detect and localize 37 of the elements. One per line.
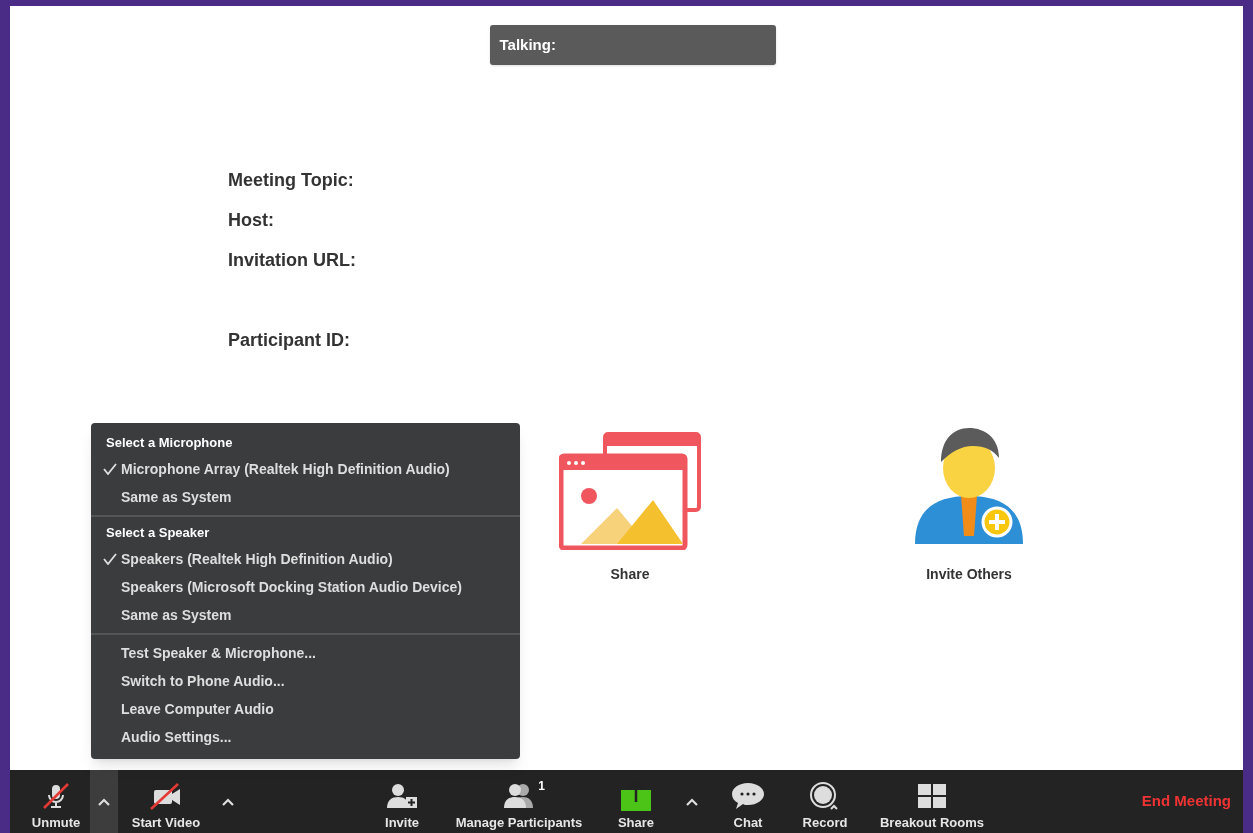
info-label: Participant ID: xyxy=(228,329,352,352)
menu-item[interactable]: Test Speaker & Microphone... xyxy=(91,639,520,667)
person-plus-icon xyxy=(384,781,420,810)
participant-count: 1 xyxy=(538,777,545,795)
menu-item[interactable]: Speakers (Microsoft Docking Station Audio Device) xyxy=(91,573,520,601)
end-meeting-button[interactable]: End Meeting xyxy=(1133,790,1239,813)
chat-bubble-icon xyxy=(730,780,766,811)
menu-heading: Select a Microphone xyxy=(105,434,234,453)
menu-item[interactable]: Same as System xyxy=(91,483,520,511)
menu-item[interactable]: Same as System xyxy=(91,601,520,629)
caret-icon xyxy=(221,797,235,806)
invite-tile[interactable]: Invite Others xyxy=(911,424,1027,585)
caret-icon xyxy=(97,797,111,806)
share-tile[interactable]: Share xyxy=(559,432,701,585)
menu-item[interactable]: Leave Computer Audio xyxy=(91,695,520,723)
video-button[interactable]: Start Video xyxy=(118,770,214,833)
invite-button[interactable]: Invite xyxy=(372,770,432,833)
caret-icon xyxy=(685,797,699,806)
menu-item[interactable]: Switch to Phone Audio... xyxy=(91,667,520,695)
info-label: Meeting Topic: xyxy=(228,169,355,192)
share-button[interactable]: Share xyxy=(606,770,666,833)
breakout-button[interactable]: Breakout Rooms xyxy=(872,770,992,833)
windows-picture-icon xyxy=(559,432,701,550)
muted-microphone-icon xyxy=(41,781,71,810)
info-label: Host: xyxy=(228,209,275,232)
participants-button[interactable]: 1 Manage Participants xyxy=(444,770,594,833)
four-squares-icon xyxy=(916,781,948,810)
chat-button[interactable]: Chat xyxy=(718,770,778,833)
menu-item[interactable]: Microphone Array (Realtek High Definition Audio) xyxy=(91,455,520,483)
caret-button[interactable] xyxy=(90,770,118,833)
talking-bar: Talking: xyxy=(489,25,776,65)
record-button[interactable]: Record xyxy=(790,770,860,833)
menu-item[interactable]: Audio Settings... xyxy=(91,723,520,751)
info-label: Invitation URL: xyxy=(228,249,356,272)
mic-button[interactable]: Unmute xyxy=(22,770,90,833)
menu-item[interactable]: Speakers (Realtek High Definition Audio) xyxy=(91,545,520,573)
menu-heading: Select a Speaker xyxy=(105,524,211,543)
